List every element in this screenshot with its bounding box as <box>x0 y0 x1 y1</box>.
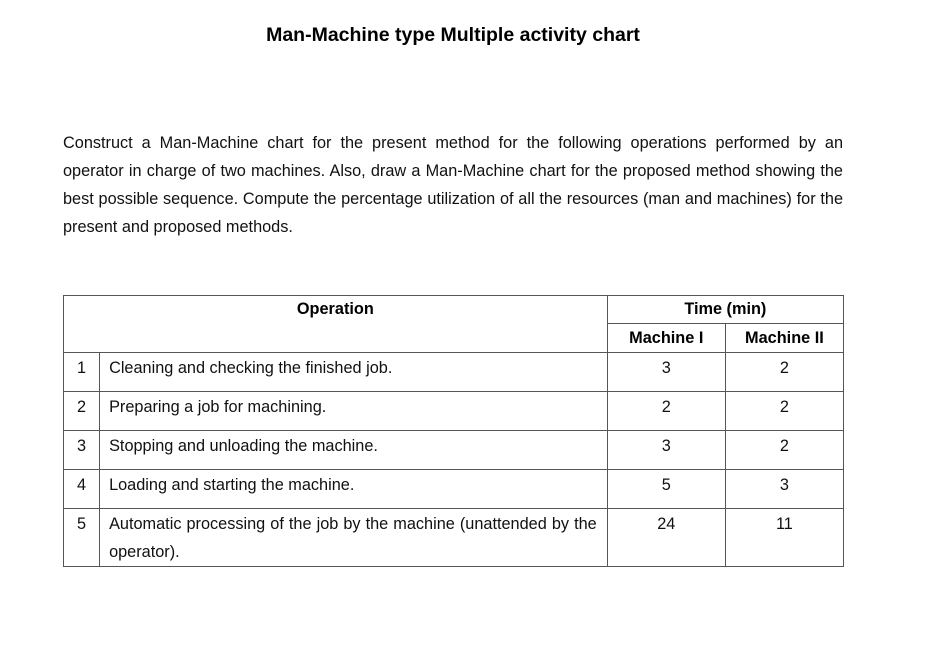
row-number: 5 <box>62 508 101 567</box>
row-machine-2-time: 2 <box>724 430 845 470</box>
row-machine-1-time: 24 <box>606 508 726 567</box>
row-machine-1-time: 5 <box>606 469 726 509</box>
row-operation: Loading and starting the machine. <box>99 469 608 509</box>
row-machine-2-time: 11 <box>724 508 845 567</box>
table-row: 5 Automatic processing of the job by the… <box>62 508 845 567</box>
table-row: 2 Preparing a job for machining. 2 2 <box>62 391 845 431</box>
row-operation: Stopping and unloading the machine. <box>99 430 608 470</box>
header-machine-2: Machine II <box>724 323 845 353</box>
problem-statement: Construct a Man-Machine chart for the pr… <box>63 134 843 236</box>
table-row: 1 Cleaning and checking the finished job… <box>62 352 845 392</box>
row-machine-1-time: 2 <box>606 391 726 431</box>
row-number: 4 <box>62 469 101 509</box>
header-operation-label: Operation <box>296 300 374 318</box>
header-machine-1: Machine I <box>606 323 726 353</box>
operations-table: Operation Time (min) Machine I Machine I… <box>62 295 845 567</box>
row-operation: Cleaning and checking the finished job. <box>99 352 608 392</box>
row-number: 3 <box>62 430 101 470</box>
row-machine-2-time: 2 <box>724 391 845 431</box>
row-number: 1 <box>62 352 101 392</box>
row-machine-1-time: 3 <box>606 430 726 470</box>
row-machine-1-time: 3 <box>606 352 726 392</box>
row-operation: Automatic processing of the job by the m… <box>99 508 608 567</box>
document-title: Man-Machine type Multiple activity chart <box>266 24 640 46</box>
header-operation: Operation <box>63 295 608 353</box>
table-row: 4 Loading and starting the machine. 5 3 <box>62 469 845 509</box>
row-machine-2-time: 2 <box>724 352 845 392</box>
row-operation: Preparing a job for machining. <box>99 391 608 431</box>
row-machine-2-time: 3 <box>724 469 845 509</box>
table-row: 3 Stopping and unloading the machine. 3 … <box>62 430 845 470</box>
row-number: 2 <box>62 391 101 431</box>
header-time-group: Time (min) <box>606 295 845 324</box>
